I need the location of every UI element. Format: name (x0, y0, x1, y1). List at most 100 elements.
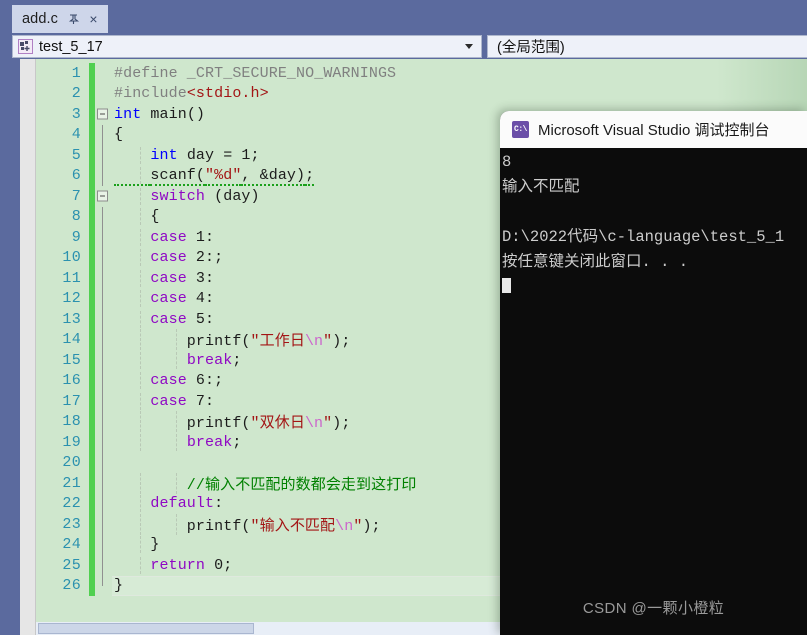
outlining-margin[interactable] (95, 329, 112, 350)
indent-guide (176, 351, 177, 369)
collapse-toggle-icon[interactable] (97, 190, 108, 202)
watermark-text: CSDN @一颗小橙粒 (582, 600, 725, 617)
outlining-margin[interactable] (95, 575, 112, 597)
member-scope-value: (全局范围) (497, 40, 565, 56)
indent-guide (140, 372, 141, 390)
outlining-margin[interactable] (95, 247, 112, 268)
indent-guide (176, 433, 177, 451)
code-line[interactable]: 1 #define _CRT_SECURE_NO_WARNINGS (36, 63, 807, 84)
close-icon[interactable]: × (86, 12, 101, 27)
outlining-margin[interactable] (95, 432, 112, 453)
code-token: printf( (114, 333, 251, 351)
collapse-toggle-icon[interactable] (97, 108, 108, 120)
outlining-guide-line (102, 247, 103, 268)
code-tokens: return 0; (114, 557, 232, 574)
outlining-guide-line (102, 555, 103, 576)
tab-add-c[interactable]: add.c × (12, 5, 108, 33)
outlining-margin[interactable] (95, 473, 112, 494)
code-tokens: case 3: (114, 270, 214, 287)
outlining-margin[interactable] (95, 104, 112, 125)
outlining-margin[interactable] (95, 350, 112, 371)
outlining-guide-line (102, 391, 103, 412)
outlining-margin[interactable] (95, 370, 112, 391)
outlining-margin[interactable] (95, 555, 112, 576)
code-token: case (150, 392, 187, 410)
line-number: 1 (71, 64, 81, 82)
console-title-bar[interactable]: C:\ Microsoft Visual Studio 调试控制台 (500, 111, 807, 148)
outlining-guide-line (102, 124, 103, 145)
code-token (114, 167, 151, 187)
outlining-guide-line (102, 206, 103, 227)
outlining-margin[interactable] (95, 514, 112, 535)
console-output[interactable]: 8 输入不匹配 D:\2022代码\c-language\test_5_1 按任意键关… (500, 148, 807, 635)
horizontal-scrollbar-thumb[interactable] (38, 623, 254, 634)
outlining-margin[interactable] (95, 206, 112, 227)
line-number: 12 (62, 290, 81, 308)
code-token: "%d" (205, 167, 242, 187)
line-number: 22 (62, 495, 81, 513)
chevron-down-icon[interactable] (465, 44, 473, 49)
code-tokens: case 5: (114, 311, 214, 328)
outlining-margin[interactable] (95, 63, 112, 84)
outlining-margin[interactable] (95, 288, 112, 309)
code-token: " (323, 333, 333, 351)
vs-window: add.c × test_5_17 (全局范围) 1 #define _CRT_… (0, 0, 807, 635)
outlining-margin[interactable] (95, 534, 112, 555)
code-token: #define _CRT_SECURE_NO_WARNINGS (114, 64, 397, 82)
indent-guide (140, 392, 141, 410)
outlining-margin[interactable] (95, 309, 112, 330)
outlining-guide-line (102, 288, 103, 309)
indent-guide (140, 228, 141, 246)
line-number: 6 (71, 167, 81, 185)
code-tokens: case 7: (114, 393, 214, 410)
code-token: default (150, 495, 215, 513)
code-token: \n (304, 415, 324, 433)
code-token: <stdio.h> (186, 85, 269, 103)
outlining-margin[interactable] (95, 391, 112, 412)
debug-console-window[interactable]: C:\ Microsoft Visual Studio 调试控制台 8 输入不匹配… (500, 111, 807, 635)
code-line-text: #include<stdio.h> (112, 85, 807, 102)
code-line[interactable]: 2 #include<stdio.h> (36, 83, 807, 105)
member-scope-dropdown[interactable]: (全局范围) (487, 35, 807, 58)
code-token: #include (114, 85, 187, 103)
code-tokens: printf("输入不匹配\n"); (114, 518, 381, 535)
console-line: 输入不匹配 (502, 178, 580, 196)
line-number: 15 (62, 351, 81, 369)
outlining-guide-line (102, 227, 103, 248)
code-token: 1: (186, 228, 215, 246)
outlining-margin[interactable] (95, 145, 112, 166)
indent-guide (140, 167, 141, 185)
line-number: 21 (62, 474, 81, 492)
outlining-margin[interactable] (95, 493, 112, 514)
outlining-guide-line (102, 432, 103, 453)
indent-guide (140, 472, 141, 494)
code-token: 7: (186, 392, 215, 410)
outlining-margin[interactable] (95, 165, 112, 186)
outlining-margin[interactable] (95, 84, 112, 105)
line-number: 14 (62, 331, 81, 349)
editor-breakpoint-margin[interactable] (20, 59, 36, 635)
outlining-margin[interactable] (95, 268, 112, 289)
outlining-margin[interactable] (95, 186, 112, 207)
code-token: int (114, 105, 142, 123)
outlining-margin[interactable] (95, 124, 112, 145)
line-number: 25 (62, 556, 81, 574)
code-tokens: scanf("%d", &day); (114, 167, 315, 187)
outlining-margin[interactable] (95, 411, 112, 432)
outlining-margin[interactable] (95, 227, 112, 248)
outlining-margin[interactable] (95, 452, 112, 473)
pin-icon[interactable] (67, 12, 81, 26)
line-number: 16 (62, 372, 81, 390)
code-tokens: break; (114, 433, 242, 451)
outlining-guide-line (102, 165, 103, 186)
project-scope-dropdown[interactable]: test_5_17 (12, 35, 482, 58)
outlining-guide-line (102, 145, 103, 166)
code-token: } (114, 536, 160, 554)
code-token: break (186, 433, 233, 451)
indent-guide (176, 513, 177, 535)
code-token: break (186, 351, 233, 369)
console-line: D:\2022代码\c-language\test_5_1 (502, 228, 785, 246)
